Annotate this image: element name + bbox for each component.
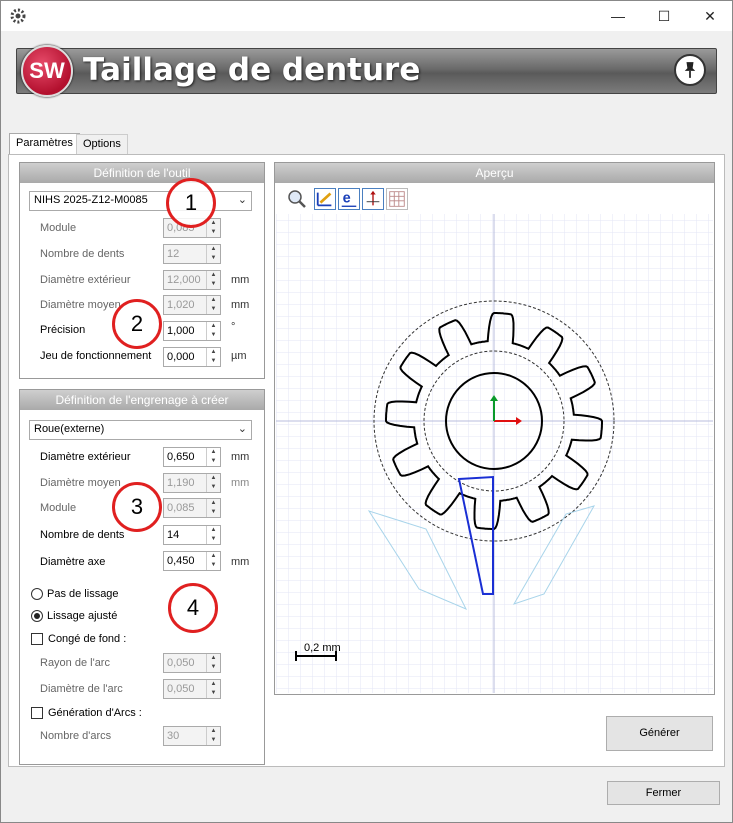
- tool-outer-diameter-field[interactable]: 12,000 ▲ ▼: [163, 270, 221, 290]
- play-field[interactable]: 0,000 ▲ ▼: [163, 347, 221, 367]
- tab-parametres[interactable]: Paramètres: [9, 133, 80, 155]
- play-label: Jeu de fonctionnement: [40, 350, 152, 362]
- tool-select-value: NIHS 2025-Z12-M0085: [34, 194, 148, 206]
- arc-count-field[interactable]: 30 ▲ ▼: [163, 726, 221, 746]
- page-title: Taillage de denture: [83, 52, 421, 88]
- chevron-down-icon: ⌄: [237, 194, 247, 206]
- close-window-button[interactable]: ✕: [687, 1, 733, 31]
- tool-teeth-field[interactable]: 12 ▲ ▼: [163, 244, 221, 264]
- e-mode-icon[interactable]: e: [338, 188, 360, 210]
- precision-label: Précision: [40, 324, 86, 336]
- chevron-down-icon: ⌄: [237, 423, 247, 435]
- gear-module-field[interactable]: 0,085 ▲ ▼: [163, 498, 221, 518]
- arc-diameter-label: Diamètre de l'arc: [40, 683, 123, 695]
- tool-select[interactable]: NIHS 2025-Z12-M0085 ⌄: [29, 191, 252, 211]
- app-window: — ☐ ✕ SW Taillage de denture Paramètres …: [0, 0, 733, 823]
- callout-1: 1: [166, 178, 216, 228]
- arcs-generation-label: Génération d'Arcs :: [48, 707, 142, 719]
- no-smoothing-label: Pas de lissage: [47, 588, 119, 600]
- arc-diameter-field[interactable]: 0,050 ▲ ▼: [163, 679, 221, 699]
- arc-radius-field[interactable]: 0,050 ▲ ▼: [163, 653, 221, 673]
- callout-3: 3: [112, 482, 162, 532]
- tool-group-header: Définition de l'outil: [20, 163, 264, 183]
- gear-mean-diameter-field[interactable]: 1,190 ▲ ▼: [163, 473, 221, 493]
- gear-type-value: Roue(externe): [34, 423, 105, 435]
- arcs-generation-checkbox[interactable]: [31, 707, 43, 719]
- fillet-checkbox[interactable]: [31, 633, 43, 645]
- tool-mean-diameter-label: Diamètre moyen: [40, 299, 121, 311]
- scale-label: 0,2 mm: [304, 642, 341, 654]
- gear-mean-diameter-unit: mm: [231, 477, 250, 489]
- gear-group-header: Définition de l'engrenage à créer: [20, 390, 264, 410]
- tab-options[interactable]: Options: [76, 134, 128, 154]
- no-smoothing-radio[interactable]: [31, 588, 43, 600]
- gear-module-label: Module: [40, 502, 77, 514]
- tool-mean-diameter-field[interactable]: 1,020 ▲ ▼: [163, 295, 221, 315]
- gear-teeth-field[interactable]: 14 ▲ ▼: [163, 525, 221, 545]
- adjusted-smoothing-label: Lissage ajusté: [47, 610, 118, 622]
- precision-field[interactable]: 1,000 ▲ ▼: [163, 321, 221, 341]
- tool-outer-diameter-label: Diamètre extérieur: [40, 274, 131, 286]
- tool-mean-diameter-unit: mm: [231, 299, 250, 311]
- generate-button[interactable]: Générer: [606, 716, 713, 751]
- gear-teeth-label: Nombre de dents: [40, 529, 125, 541]
- gear-app-icon: [10, 8, 26, 24]
- minimize-button[interactable]: —: [595, 1, 641, 31]
- close-button[interactable]: Fermer: [607, 781, 720, 805]
- arc-count-label: Nombre d'arcs: [40, 730, 112, 742]
- svg-text:e: e: [343, 191, 351, 207]
- sw-logo: SW: [21, 45, 73, 97]
- arc-radius-label: Rayon de l'arc: [40, 657, 110, 669]
- fillet-label: Congé de fond :: [48, 633, 127, 645]
- axis-diameter-label: Diamètre axe: [40, 556, 106, 568]
- tool-module-label: Module: [40, 222, 77, 234]
- gear-outer-diameter-field[interactable]: 0,650 ▲ ▼: [163, 447, 221, 467]
- title-bar: — ☐ ✕: [1, 1, 732, 31]
- adjusted-smoothing-radio[interactable]: [31, 610, 43, 622]
- tool-outer-diameter-unit: mm: [231, 274, 250, 286]
- axis-diameter-field[interactable]: 0,450 ▲ ▼: [163, 551, 221, 571]
- edit-dimensions-icon[interactable]: [314, 188, 336, 210]
- axis-diameter-unit: mm: [231, 556, 250, 568]
- precision-unit: °: [231, 321, 236, 333]
- gear-type-select[interactable]: Roue(externe) ⌄: [29, 420, 252, 440]
- gear-mean-diameter-label: Diamètre moyen: [40, 477, 121, 489]
- grid-toggle-icon[interactable]: [386, 188, 408, 210]
- pin-icon[interactable]: [674, 54, 706, 86]
- tool-teeth-label: Nombre de dents: [40, 248, 125, 260]
- gear-outer-diameter-unit: mm: [231, 451, 250, 463]
- axes-icon[interactable]: [362, 188, 384, 210]
- preview-header: Aperçu: [275, 163, 714, 183]
- preview-canvas[interactable]: 0,2 mm: [276, 184, 713, 693]
- gear-outer-diameter-label: Diamètre extérieur: [40, 451, 131, 463]
- zoom-icon[interactable]: [286, 188, 308, 210]
- maximize-button[interactable]: ☐: [641, 1, 687, 31]
- callout-2: 2: [112, 299, 162, 349]
- callout-4: 4: [168, 583, 218, 633]
- play-unit: µm: [231, 350, 247, 362]
